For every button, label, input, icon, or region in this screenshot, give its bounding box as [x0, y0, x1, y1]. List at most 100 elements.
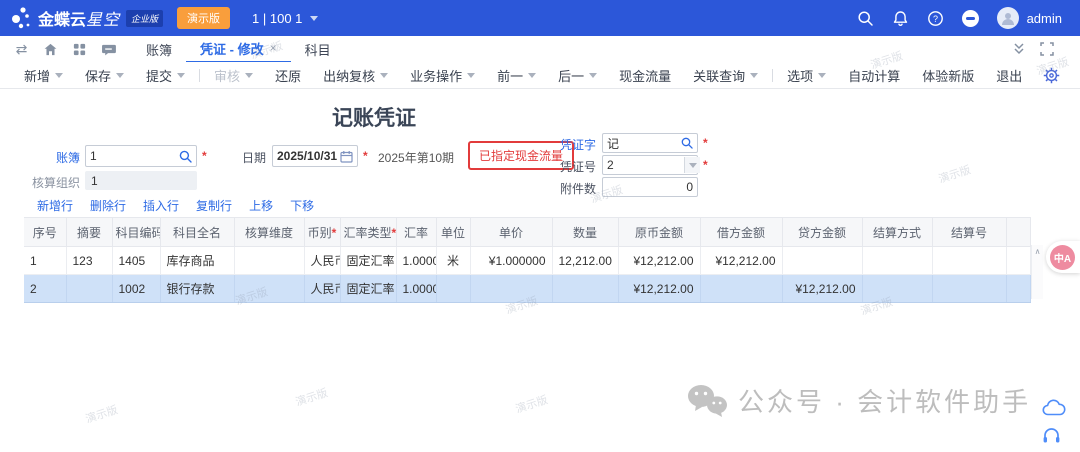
tab[interactable]: 凭证 - 修改× [186, 35, 291, 63]
tab[interactable]: 账簿 [132, 36, 186, 62]
book-input[interactable]: 1 [85, 145, 197, 167]
voucher-entry-row[interactable]: 11231405库存商品 人民币固定汇率1.0000米¥1.00000012,21… [24, 247, 1030, 275]
required-marker: * [703, 136, 708, 150]
toolbar-item[interactable]: 新增 [24, 66, 63, 85]
column-header: 币别* [304, 218, 340, 247]
entry-cell[interactable]: 银行存款 [160, 275, 234, 303]
column-header: 科目全名 [160, 218, 234, 247]
toolbar-item[interactable]: 前一 [497, 66, 536, 85]
message-icon[interactable] [101, 42, 116, 57]
entry-cell[interactable]: 库存商品 [160, 247, 234, 275]
tab[interactable]: 科目 [291, 36, 345, 62]
voucher-no-input[interactable]: 2 [602, 155, 698, 175]
headset-icon[interactable] [1042, 426, 1061, 444]
column-header: 借方金额 [700, 218, 782, 247]
search-icon[interactable] [857, 10, 874, 27]
grid-action-link[interactable]: 删除行 [90, 197, 126, 214]
grid-action-link[interactable]: 上移 [249, 197, 273, 214]
entry-cell[interactable]: 1002 [112, 275, 160, 303]
entry-cell[interactable] [932, 247, 1006, 275]
table-scrollbar[interactable]: ∧ [1031, 245, 1043, 299]
lookup-magnifier-icon[interactable] [681, 137, 693, 149]
entry-cell[interactable]: 固定汇率 [340, 275, 396, 303]
entry-cell[interactable] [436, 275, 470, 303]
org-switcher[interactable]: 1 | 100 1 [252, 11, 318, 26]
toolbar-item-label: 现金流量 [619, 66, 671, 85]
dropdown-button[interactable] [684, 157, 700, 173]
toolbar-item[interactable]: 出纳复核 [323, 66, 388, 85]
date-input[interactable]: 2025/10/31 [272, 145, 358, 167]
voucher-entry-row[interactable]: 2 1002银行存款 人民币固定汇率1.0000 ¥12,212.00 ¥12,212.… [24, 275, 1030, 303]
column-header: 结算号 [932, 218, 1006, 247]
entry-cell[interactable]: 2 [24, 275, 66, 303]
entry-cell[interactable]: ¥12,212.00 [618, 247, 700, 275]
entry-cell[interactable]: 人民币 [304, 275, 340, 303]
entry-cell[interactable] [470, 275, 552, 303]
entry-cell[interactable]: ¥12,212.00 [700, 247, 782, 275]
user-menu[interactable]: admin [997, 7, 1062, 29]
grid-action-link[interactable]: 下移 [290, 197, 314, 214]
home-icon[interactable] [43, 42, 58, 57]
toolbar-item-label: 选项 [787, 66, 813, 85]
entry-cell[interactable] [552, 275, 618, 303]
chevron-down-icon [818, 73, 826, 78]
toolbar-item[interactable]: 业务操作 [410, 66, 475, 85]
grid-action-link[interactable]: 新增行 [37, 197, 73, 214]
translate-fab[interactable]: 中A [1046, 241, 1080, 273]
toolbar-item[interactable]: 退出 [996, 66, 1022, 85]
entry-cell[interactable]: 固定汇率 [340, 247, 396, 275]
entry-cell[interactable]: 1 [24, 247, 66, 275]
entry-cell[interactable] [234, 275, 304, 303]
entry-cell[interactable]: 1405 [112, 247, 160, 275]
entry-cell[interactable] [862, 247, 932, 275]
toolbar-item[interactable]: 还原 [275, 66, 301, 85]
entry-cell[interactable] [862, 275, 932, 303]
toolbar-item[interactable]: 保存 [85, 66, 124, 85]
entry-cell[interactable]: 1.0000 [396, 247, 436, 275]
lookup-magnifier-icon[interactable] [179, 150, 192, 163]
toolbar-item[interactable]: 现金流量 [619, 66, 671, 85]
entry-cell[interactable] [234, 247, 304, 275]
toolbar-item-label: 新增 [24, 66, 50, 85]
grid-action-link[interactable]: 复制行 [196, 197, 232, 214]
grid-action-link[interactable]: 插入行 [143, 197, 179, 214]
entry-cell[interactable]: ¥12,212.00 [618, 275, 700, 303]
required-marker: * [332, 226, 337, 240]
toolbar-item[interactable]: 提交 [146, 66, 185, 85]
entry-cell[interactable]: ¥12,212.00 [782, 275, 862, 303]
entry-cell[interactable]: 米 [436, 247, 470, 275]
voucher-word-label[interactable]: 凭证字 [552, 136, 596, 153]
toolbar-item[interactable]: 体验新版 [922, 66, 974, 85]
entry-cell[interactable] [700, 275, 782, 303]
entry-cell[interactable]: 123 [66, 247, 112, 275]
scroll-up-arrow[interactable]: ∧ [1032, 245, 1043, 258]
entry-cell[interactable]: 人民币 [304, 247, 340, 275]
sync-icon[interactable]: ⇄ [14, 42, 29, 57]
chevron-down-icon [750, 73, 758, 78]
entry-cell[interactable] [66, 275, 112, 303]
toolbar-item-label: 前一 [497, 66, 523, 85]
toolbar-item[interactable]: 选项 [787, 66, 826, 85]
toolbar-item[interactable]: 自动计算 [848, 66, 900, 85]
do-not-disturb-icon[interactable] [962, 10, 979, 27]
help-icon[interactable]: ? [927, 10, 944, 27]
entry-cell[interactable]: 1.0000 [396, 275, 436, 303]
cloud-icon[interactable] [1042, 399, 1066, 417]
entry-cell[interactable] [782, 247, 862, 275]
notification-bell-icon[interactable] [892, 10, 909, 27]
close-icon[interactable]: × [270, 41, 277, 55]
toolbar-item[interactable]: 后一 [558, 66, 597, 85]
calendar-icon[interactable] [340, 150, 353, 163]
collapse-double-chevron-icon[interactable] [1012, 42, 1026, 56]
voucher-word-input[interactable]: 记 [602, 133, 698, 153]
entry-cell[interactable] [932, 275, 1006, 303]
entry-cell[interactable]: 12,212.00 [552, 247, 618, 275]
toolbar-item[interactable]: 关联查询 [693, 66, 758, 85]
fullscreen-icon[interactable] [1040, 42, 1054, 56]
settings-gear-icon[interactable] [1043, 67, 1060, 84]
entry-cell[interactable]: ¥1.000000 [470, 247, 552, 275]
apps-grid-icon[interactable] [72, 42, 87, 57]
tab-label: 科目 [305, 40, 331, 59]
attachment-input[interactable]: 0 [602, 177, 698, 197]
book-label[interactable]: 账簿 [24, 149, 80, 166]
